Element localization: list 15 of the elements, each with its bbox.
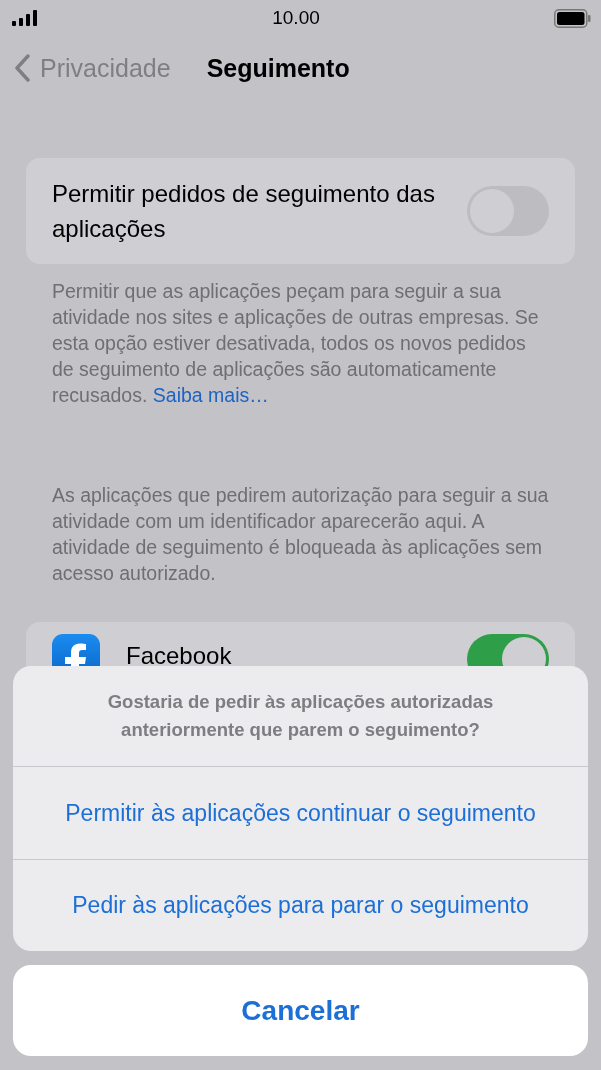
section-description: As aplicações que pedirem autorização para seguir a sua atividade com um identificador aparecerão aqui. A atividade de seguimento é bloqueada às aplicações sem acesso autorizado.: [52, 483, 549, 586]
learn-more-link[interactable]: Saiba mais…: [152, 384, 269, 406]
signal-icon: [12, 10, 38, 26]
chevron-left-icon: [14, 54, 30, 82]
action-button[interactable]: Pedir às aplicações para parar o seguimento: [13, 859, 588, 951]
back-button[interactable]: Privacidade: [14, 53, 171, 83]
action-sheet-message: Gostaria de pedir às aplicações autorizadas anteriormente que parem o seguimento?: [13, 666, 588, 767]
setting-label: Permitir pedidos de seguimento das aplicações: [52, 179, 436, 244]
action-button[interactable]: Permitir às aplicações continuar o seguimento: [13, 767, 588, 859]
cancel-button[interactable]: Cancelar: [13, 965, 588, 1056]
page-title: Seguimento: [206, 53, 350, 83]
battery-icon: [554, 8, 591, 28]
back-label[interactable]: Privacidade: [40, 53, 171, 83]
footer-text: Permitir que as aplicações peçam para seguir a sua atividade nos sites e aplicações de outras empresas. Se esta opção estiver desativada, todos os novos pedidos de seguimento de aplicações são automaticamente recusados. Saiba mais…: [52, 279, 540, 408]
status-time: 10.00: [272, 7, 320, 29]
